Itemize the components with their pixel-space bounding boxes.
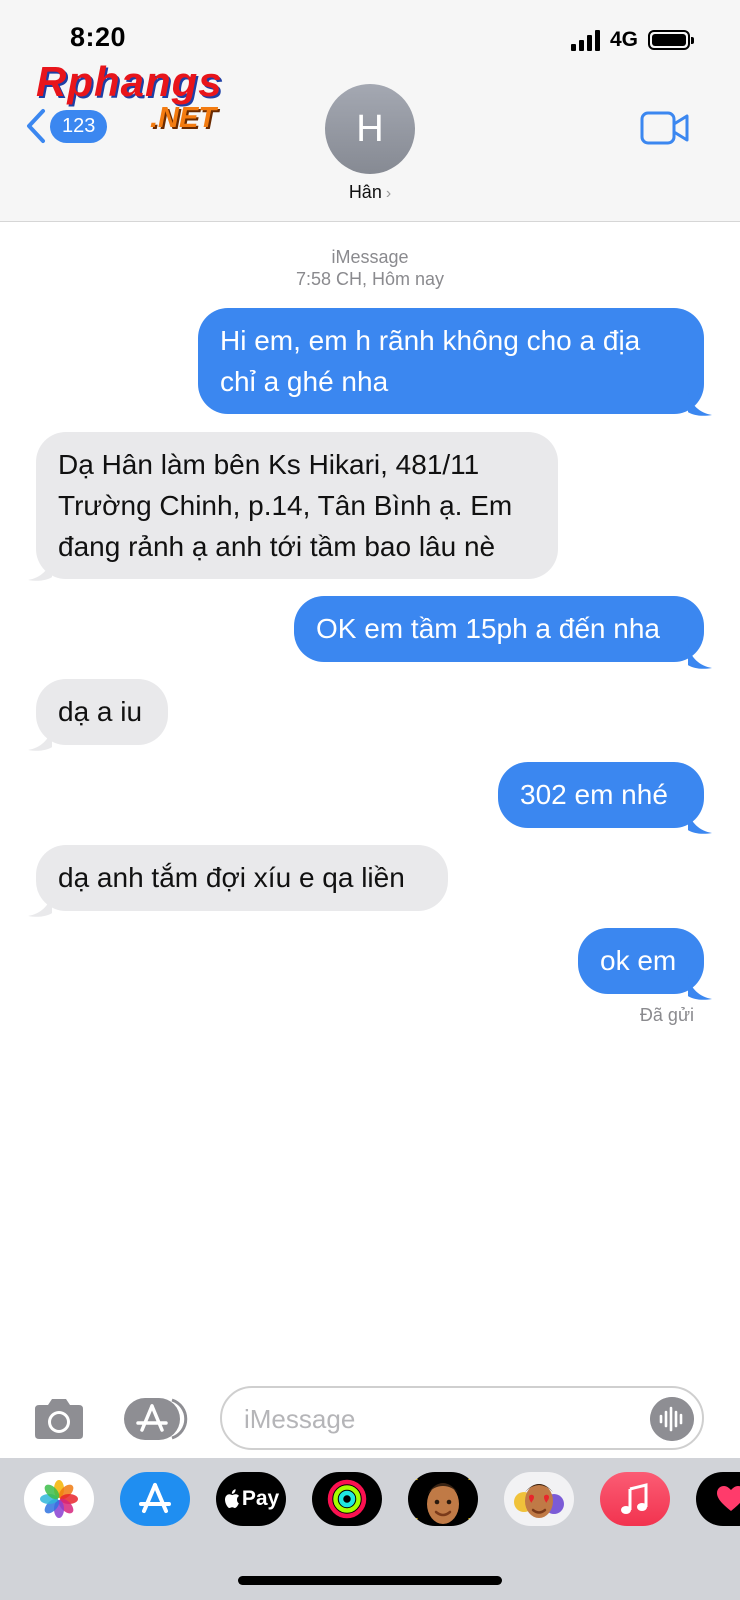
message-text: OK em tầm 15ph a đến nha [316,613,660,644]
chevron-right-icon: › [385,185,392,202]
activity-app-icon[interactable] [312,1472,382,1526]
bubble-tail [28,892,52,917]
message-bubble-sent[interactable]: OK em tầm 15ph a đến nha [294,596,704,662]
music-note-icon [621,1483,648,1514]
message-text: chỉ a ghé nha [220,366,389,397]
app-store-a-icon [139,1483,171,1513]
bubble-tail [28,556,52,581]
digital-touch-app-icon[interactable] [696,1472,740,1526]
contact-name: Hân [348,182,382,202]
voice-memo-icon[interactable] [650,1397,694,1441]
message-text: đang rảnh ạ anh tới tầm bao lâu nè [58,531,496,562]
memoji-app-icon[interactable] [408,1472,478,1526]
activity-rings-icon [327,1479,367,1519]
message-bubble-received[interactable]: Dạ Hân làm bên Ks Hikari, 481/11 Trường … [36,432,558,579]
logo-line1: Rphangs [36,58,223,105]
message-bubble-received[interactable]: dạ anh tắm đợi xíu e qa liền [36,845,448,911]
animoji-stickers-app-icon[interactable] [504,1472,574,1526]
bubble-tail [688,809,712,834]
status-indicators: 4G [570,26,694,54]
message-text: 302 em nhé [520,779,668,810]
bubble-tail [688,975,712,1000]
contact-name-button[interactable]: Hân › [0,182,740,203]
back-button[interactable]: 123 [26,108,108,144]
home-indicator[interactable] [238,1576,502,1585]
app-store-app-icon[interactable] [120,1472,190,1526]
photos-app-icon[interactable] [24,1472,94,1526]
chevron-left-icon [27,109,45,143]
photos-flower-icon [40,1480,78,1518]
network-type: 4G [609,28,638,51]
app-store-toggle-icon[interactable] [124,1398,190,1440]
message-text: Hi em, em h rãnh không cho a địa [220,325,641,356]
message-text: dạ a iu [58,696,143,727]
apple-pay-app-icon[interactable]: Pay [216,1472,286,1526]
message-text: Trường Chinh, p.14, Tân Bình ạ. Em [58,490,513,521]
message-text: Dạ Hân làm bên Ks Hikari, 481/11 [58,449,480,480]
delivery-status: Đã gửi [639,1005,694,1025]
message-bubble-received[interactable]: dạ a iu [36,679,168,745]
message-bubble-sent[interactable]: Hi em, em h rãnh không cho a địa chỉ a g… [198,308,704,414]
music-app-icon[interactable] [600,1472,670,1526]
memoji-face-icon [414,1472,472,1526]
message-text: dạ anh tắm đợi xíu e qa liền [58,862,405,893]
message-text: ok em [600,945,677,976]
message-input[interactable]: iMessage [220,1386,704,1450]
contact-avatar[interactable]: H [325,84,415,174]
battery-icon [648,30,694,50]
message-bubble-sent[interactable]: 302 em nhé [498,762,704,828]
cellular-signal-icon [570,29,600,51]
conversation-header: 8:20 4G Rphangs .NET 123 H Hân › [0,0,740,222]
bubble-tail [28,726,52,751]
conversation-timestamp: 7:58 CH, Hôm nay [295,269,445,289]
camera-icon[interactable] [31,1397,87,1441]
conversation-service-label: iMessage 7:58 CH, Hôm nay [0,246,740,290]
apple-pay-label: Pay [241,1487,280,1510]
sticker-faces-icon [514,1484,564,1518]
unread-count-badge: 123 [50,109,108,143]
facetime-video-icon[interactable] [640,110,690,146]
service-name: iMessage [331,247,409,267]
message-bubble-sent[interactable]: ok em [578,928,704,994]
avatar-initial: H [356,107,384,150]
apple-logo-icon [224,1489,239,1508]
heart-touch-icon [717,1486,740,1511]
bubble-tail [688,644,712,669]
status-time: 8:20 [70,22,127,52]
logo-line2: .NET [150,102,217,134]
bubble-tail [688,391,712,416]
message-input-placeholder: iMessage [244,1404,356,1434]
